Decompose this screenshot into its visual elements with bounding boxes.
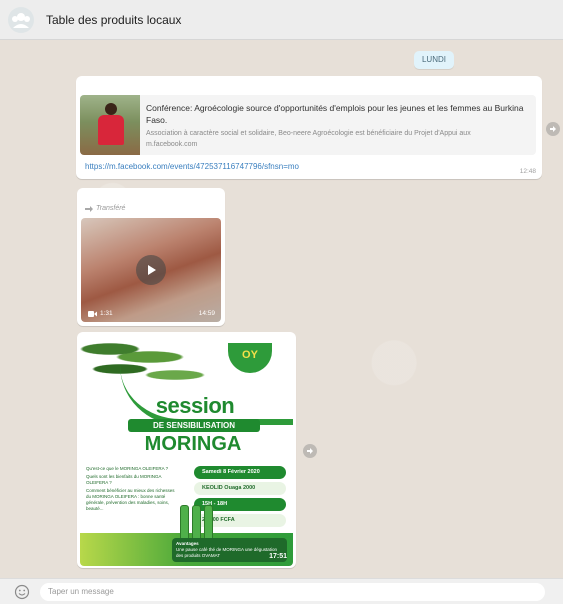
link-message[interactable]: Conférence: Agroécologie source d'opport… bbox=[76, 76, 542, 179]
forward-button[interactable] bbox=[303, 444, 317, 458]
chat-header[interactable]: Table des produits locaux bbox=[0, 0, 563, 40]
message-link[interactable]: https://m.facebook.com/events/4725371167… bbox=[85, 162, 299, 171]
message-composer[interactable] bbox=[0, 578, 563, 604]
poster-title: session bbox=[155, 393, 235, 418]
poster-question: Comment bénéficier au mieux des richesse… bbox=[86, 488, 175, 511]
forwarded-text: Transféré bbox=[96, 205, 126, 212]
message-input[interactable] bbox=[40, 582, 545, 601]
day-divider: LUNDI bbox=[414, 51, 454, 69]
link-preview-domain: m.facebook.com bbox=[146, 141, 198, 148]
video-message[interactable]: Transféré 1:31 14:59 bbox=[77, 188, 225, 326]
video-camera-icon bbox=[88, 310, 97, 317]
group-icon bbox=[12, 12, 30, 28]
play-button[interactable] bbox=[136, 255, 166, 285]
link-preview[interactable]: Conférence: Agroécologie source d'opport… bbox=[80, 95, 536, 155]
chat-title: Table des produits locaux bbox=[46, 12, 182, 27]
forwarded-label: Transféré bbox=[85, 205, 125, 212]
video-thumbnail[interactable]: 1:31 14:59 bbox=[81, 218, 221, 322]
image-message[interactable]: OY session DE SENSIBILISATION MORINGA Qu… bbox=[77, 332, 296, 568]
forward-icon bbox=[307, 448, 313, 454]
poster-image[interactable]: OY session DE SENSIBILISATION MORINGA Qu… bbox=[80, 335, 293, 566]
play-icon bbox=[148, 265, 156, 275]
poster-question: Quels sont les bienfaits du MORINGA OLEI… bbox=[86, 474, 162, 485]
poster-questions: Qu'est-ce que le MORINGA OLEIFERA ? Quel… bbox=[80, 463, 186, 533]
message-time: 12:48 bbox=[519, 168, 536, 175]
moringa-bottles-illustration bbox=[178, 493, 218, 543]
poster-avantages-text: Une pause café thé de MORINGA une dégust… bbox=[176, 547, 278, 558]
video-duration-text: 1:31 bbox=[100, 310, 113, 317]
video-duration: 1:31 bbox=[88, 310, 113, 317]
chat-area[interactable]: LUNDI Conférence: Agroécologie source d'… bbox=[0, 40, 563, 578]
poster-subject: MORINGA bbox=[144, 433, 242, 455]
poster-date: Samedi 8 Février 2020 bbox=[194, 466, 286, 479]
link-preview-thumbnail bbox=[80, 95, 140, 155]
link-preview-description: Association à caractère social et solida… bbox=[146, 128, 531, 150]
message-time: 17:51 bbox=[269, 553, 287, 560]
smiley-icon[interactable] bbox=[14, 584, 30, 600]
forward-button[interactable] bbox=[546, 122, 560, 136]
poster-banner: DE SENSIBILISATION bbox=[128, 419, 260, 432]
poster-question: Qu'est-ce que le MORINGA OLEIFERA ? bbox=[86, 466, 169, 471]
message-time: 14:59 bbox=[198, 310, 215, 317]
forwarded-icon bbox=[85, 205, 93, 212]
link-preview-title: Conférence: Agroécologie source d'opport… bbox=[146, 103, 524, 125]
link-preview-description-text: Association à caractère social et solida… bbox=[146, 130, 471, 137]
group-avatar[interactable] bbox=[8, 6, 34, 33]
forward-icon bbox=[550, 126, 556, 132]
